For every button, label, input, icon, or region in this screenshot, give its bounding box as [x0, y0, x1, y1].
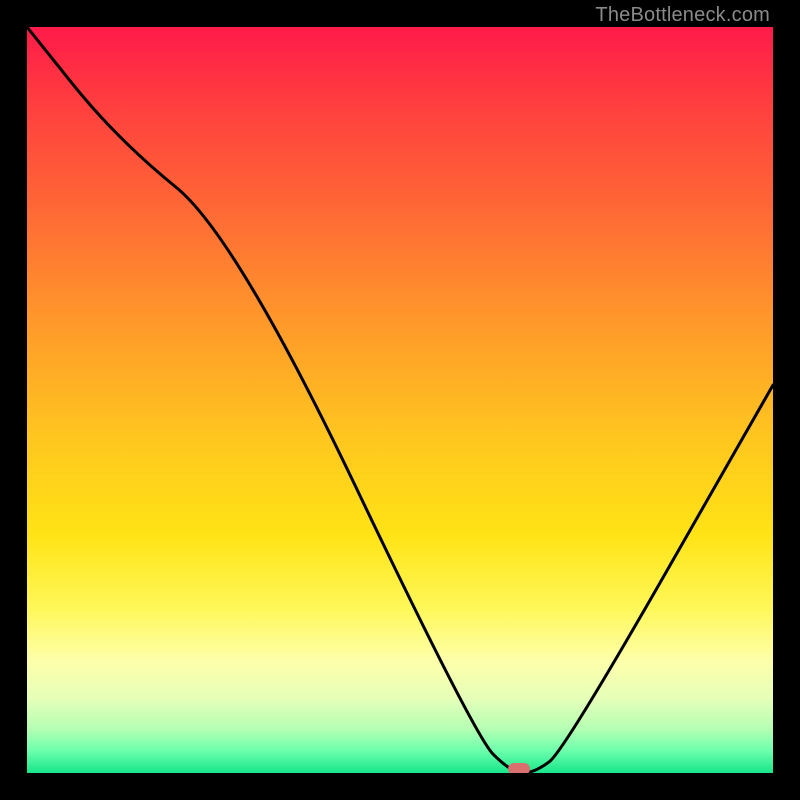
watermark-text: TheBottleneck.com: [595, 4, 770, 27]
bottleneck-curve: [27, 27, 773, 773]
optimal-marker: [508, 763, 530, 773]
chart-frame: TheBottleneck.com: [0, 0, 800, 800]
plot-area: [27, 27, 773, 773]
